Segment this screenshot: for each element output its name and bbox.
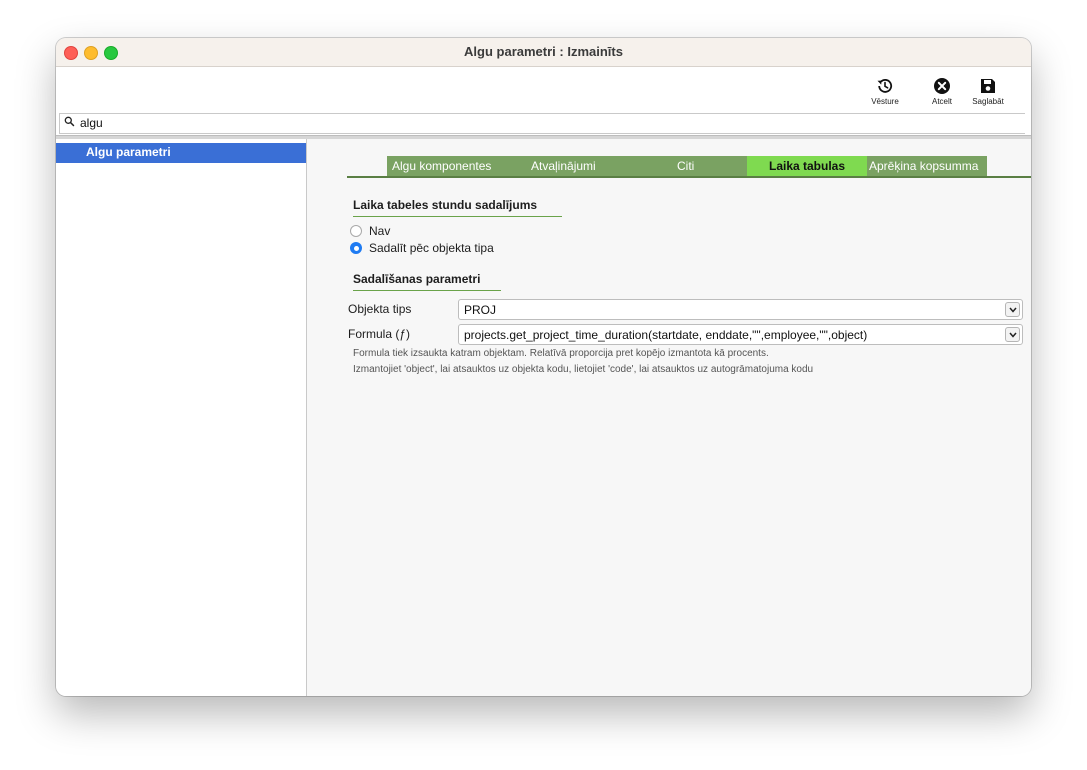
- object-type-select[interactable]: PROJ: [458, 299, 1023, 320]
- chevron-down-icon: [1009, 332, 1017, 338]
- tab-atvalinajumi[interactable]: Atvaļinājumi: [527, 156, 672, 176]
- tab-laika-tabulas[interactable]: Laika tabulas: [747, 156, 867, 176]
- sidebar-item-algu-parametri[interactable]: Algu parametri: [56, 143, 306, 163]
- toolbar: Vēsture Atcelt Saglabāt: [56, 67, 1031, 113]
- window-title: Algu parametri : Izmainīts: [464, 44, 623, 59]
- save-icon: [981, 79, 995, 93]
- formula-value: projects.get_project_time_duration(start…: [464, 328, 868, 342]
- search-bar: [56, 113, 1031, 135]
- tab-label: Atvaļinājumi: [531, 159, 596, 173]
- radio-button[interactable]: [350, 242, 362, 254]
- formula-dropdown-button[interactable]: [1005, 327, 1020, 342]
- section-title-distribution: Laika tabeles stundu sadalījums: [353, 198, 562, 217]
- object-type-value: PROJ: [464, 303, 497, 317]
- history-label: Vēsture: [871, 97, 899, 106]
- tab-aprekina-kopsumma[interactable]: Aprēķina kopsumma: [867, 156, 987, 176]
- object-type-label: Objekta tips: [348, 302, 412, 316]
- formula-select[interactable]: projects.get_project_time_duration(start…: [458, 324, 1023, 345]
- tab-underline: [347, 176, 1031, 178]
- formula-hint-2: Izmantojiet 'object', lai atsauktos uz o…: [353, 364, 814, 375]
- tab-label: Aprēķina kopsumma: [869, 159, 979, 173]
- cancel-icon: [934, 78, 950, 94]
- search-icon: [64, 116, 75, 127]
- radio-label: Nav: [369, 224, 391, 238]
- radio-button[interactable]: [350, 225, 362, 237]
- search-input[interactable]: [80, 115, 980, 131]
- search-field: [59, 113, 1025, 134]
- tab-label: Algu komponentes: [392, 159, 492, 173]
- sidebar-item-label: Algu parametri: [86, 145, 171, 159]
- tab-label: Laika tabulas: [768, 159, 846, 173]
- history-button[interactable]: Vēsture: [860, 77, 910, 106]
- tab-algu-komponentes[interactable]: Algu komponentes: [387, 156, 527, 176]
- tab-bar: Algu komponentes Atvaļinājumi Citi Laika…: [387, 156, 987, 176]
- title-bar: Algu parametri : Izmainīts: [56, 38, 1031, 67]
- app-window: Algu parametri : Izmainīts Vēsture Atcel…: [56, 38, 1031, 696]
- formula-hint-1: Formula tiek izsaukta katram objektam. R…: [353, 348, 769, 359]
- cancel-label: Atcelt: [931, 97, 952, 106]
- sidebar: Algu parametri: [56, 139, 307, 696]
- radio-label: Sadalīt pēc objekta tipa: [369, 241, 494, 255]
- save-button[interactable]: Saglabāt: [963, 77, 1013, 106]
- history-icon: [877, 79, 893, 93]
- formula-label: Formula (ƒ): [348, 327, 411, 341]
- chevron-down-icon: [1009, 307, 1017, 313]
- save-label: Saglabāt: [972, 97, 1004, 106]
- object-type-dropdown-button[interactable]: [1005, 302, 1020, 317]
- main-panel: Algu komponentes Atvaļinājumi Citi Laika…: [307, 139, 1031, 696]
- cancel-button[interactable]: Atcelt: [917, 77, 967, 106]
- tab-citi[interactable]: Citi: [672, 156, 747, 176]
- section-title-split-parameters: Sadalīšanas parametri: [353, 272, 501, 291]
- tab-label: Citi: [677, 159, 695, 173]
